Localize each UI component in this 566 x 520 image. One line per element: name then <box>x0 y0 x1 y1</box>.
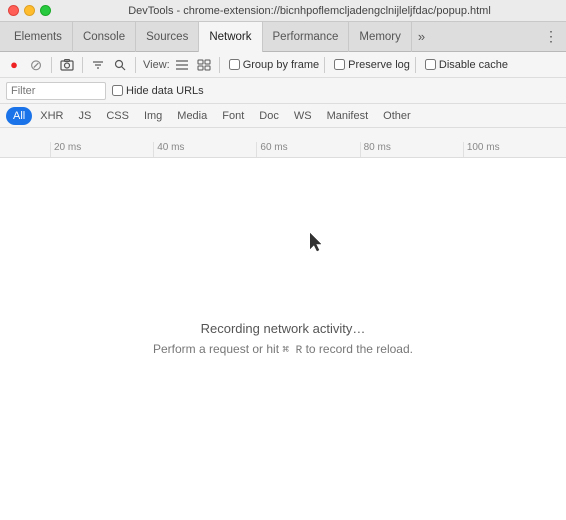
filter-input[interactable] <box>6 82 106 100</box>
view-label: View: <box>143 59 170 71</box>
timeline-tick-2: 40 ms <box>153 142 256 157</box>
preserve-log-group: Preserve log <box>334 59 410 71</box>
timeline-tick-5: 100 ms <box>463 142 566 157</box>
search-button[interactable] <box>110 55 130 75</box>
type-filter-all[interactable]: All <box>6 107 32 125</box>
timeline-tick-3: 60 ms <box>256 142 359 157</box>
hint-suffix: to record the reload. <box>306 342 413 356</box>
disable-cache-checkbox[interactable] <box>425 59 436 70</box>
grid-view-button[interactable] <box>194 55 214 75</box>
timeline-tick-4: 80 ms <box>360 142 463 157</box>
disable-cache-label: Disable cache <box>439 59 508 71</box>
preserve-log-label: Preserve log <box>348 59 410 71</box>
close-button[interactable] <box>8 5 19 16</box>
toolbar: ● ⊘ View: <box>0 52 566 78</box>
type-filter-ws[interactable]: WS <box>287 107 319 125</box>
traffic-lights <box>8 5 51 16</box>
stop-button[interactable]: ⊘ <box>26 55 46 75</box>
tab-console[interactable]: Console <box>73 22 136 52</box>
preserve-log-checkbox[interactable] <box>334 59 345 70</box>
tab-performance[interactable]: Performance <box>263 22 350 52</box>
hide-data-urls-label: Hide data URLs <box>126 85 204 97</box>
tab-kebab-button[interactable]: ⋮ <box>536 22 566 52</box>
toolbar-separator-1 <box>51 57 52 73</box>
tab-network[interactable]: Network <box>199 22 262 52</box>
filter-bar: Hide data URLs <box>0 78 566 104</box>
toolbar-separator-3 <box>135 57 136 73</box>
minimize-button[interactable] <box>24 5 35 16</box>
record-button[interactable]: ● <box>4 55 24 75</box>
timeline-header: 20 ms 40 ms 60 ms 80 ms 100 ms <box>0 128 566 158</box>
toolbar-separator-2 <box>82 57 83 73</box>
title-bar: DevTools - chrome-extension://bicnhpofle… <box>0 0 566 22</box>
tab-sources[interactable]: Sources <box>136 22 199 52</box>
type-filter-xhr[interactable]: XHR <box>33 107 70 125</box>
tab-more-button[interactable]: » <box>412 22 431 52</box>
timeline-tick-1: 20 ms <box>50 142 153 157</box>
hint-key: ⌘ R <box>282 345 302 357</box>
filter-button[interactable] <box>88 55 108 75</box>
hint-prefix: Perform a request or hit <box>153 342 279 356</box>
main-content: Recording network activity… Perform a re… <box>0 158 566 520</box>
type-filter-font[interactable]: Font <box>215 107 251 125</box>
recording-text: Recording network activity… <box>201 321 366 336</box>
toolbar-separator-4 <box>219 57 220 73</box>
tab-bar: Elements Console Sources Network Perform… <box>0 22 566 52</box>
type-filter-doc[interactable]: Doc <box>252 107 286 125</box>
type-filter-other[interactable]: Other <box>376 107 418 125</box>
tab-memory[interactable]: Memory <box>349 22 412 52</box>
cursor-icon <box>310 233 324 253</box>
toolbar-separator-5 <box>324 57 325 73</box>
hide-data-urls-checkbox[interactable] <box>112 85 123 96</box>
group-by-frame-checkbox[interactable] <box>229 59 240 70</box>
recording-hint: Perform a request or hit ⌘ R to record t… <box>153 342 413 357</box>
hide-data-urls-group: Hide data URLs <box>112 85 204 97</box>
group-by-frame-label: Group by frame <box>243 59 319 71</box>
window-title: DevTools - chrome-extension://bicnhpofle… <box>61 5 558 17</box>
list-view-button[interactable] <box>172 55 192 75</box>
maximize-button[interactable] <box>40 5 51 16</box>
tab-elements[interactable]: Elements <box>4 22 73 52</box>
type-filter-css[interactable]: CSS <box>99 107 136 125</box>
type-filter-js[interactable]: JS <box>71 107 98 125</box>
type-filter-img[interactable]: Img <box>137 107 169 125</box>
toolbar-separator-6 <box>415 57 416 73</box>
group-by-frame-group: Group by frame <box>229 59 319 71</box>
camera-button[interactable] <box>57 55 77 75</box>
disable-cache-group: Disable cache <box>425 59 508 71</box>
type-filter-media[interactable]: Media <box>170 107 214 125</box>
type-filter-manifest[interactable]: Manifest <box>320 107 376 125</box>
type-filter-bar: All XHR JS CSS Img Media Font Doc WS Man… <box>0 104 566 128</box>
